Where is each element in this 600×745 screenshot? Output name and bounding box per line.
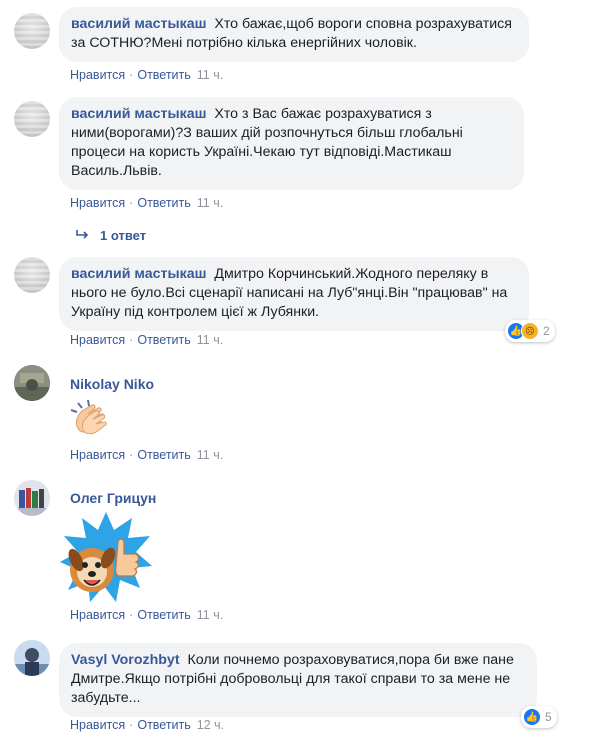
like-icon: 👍 (523, 708, 541, 726)
comment-bubble: василий мастыкаш Дмитро Корчинський.Жодн… (59, 257, 529, 331)
comment-bubble: Vasyl Vorozhbyt Коли почнемо розраховува… (59, 643, 537, 717)
avatar-photo (14, 365, 50, 401)
reply-arrow-icon (76, 230, 89, 239)
comment-time[interactable]: 11 ч. (197, 608, 223, 622)
dog-thumbs-up-sticker (58, 510, 154, 606)
avatar-photo (14, 480, 50, 516)
avatar[interactable] (14, 640, 50, 676)
avatar[interactable] (14, 101, 50, 137)
comment-actions: Нравится · Ответить 11 ч. (70, 448, 223, 462)
comment-actions: Нравится · Ответить 11 ч. (70, 333, 223, 347)
comment-time[interactable]: 11 ч. (197, 448, 223, 462)
comment-author[interactable]: василий мастыкаш (71, 266, 206, 282)
avatar[interactable] (14, 365, 50, 401)
reply-link[interactable]: Ответить (137, 608, 190, 622)
clapping-hands-icon (68, 397, 112, 437)
reply-link[interactable]: Ответить (137, 333, 190, 347)
like-link[interactable]: Нравится (70, 68, 125, 82)
comment-author[interactable]: Nikolay Niko (70, 376, 154, 392)
comment-time[interactable]: 12 ч. (197, 718, 224, 732)
reactions-count: 5 (545, 710, 552, 724)
comment-actions: Нравится · Ответить 11 ч. (70, 196, 223, 210)
separator-dot: · (129, 448, 134, 462)
comment-author[interactable]: Олег Грицун (70, 490, 156, 506)
view-replies-link[interactable]: 1 ответ (76, 228, 146, 243)
separator-dot: · (129, 196, 134, 210)
comment-actions: Нравится · Ответить 11 ч. (70, 608, 223, 622)
reply-link[interactable]: Ответить (137, 448, 190, 462)
avatar-photo (14, 640, 50, 676)
comment-author[interactable]: Vasyl Vorozhbyt (71, 652, 180, 668)
reactions-badge[interactable]: 👍 5 (521, 706, 557, 728)
reactions-count: 2 (543, 324, 550, 338)
comment-time[interactable]: 11 ч. (197, 68, 223, 82)
reply-link[interactable]: Ответить (137, 718, 190, 732)
reply-link[interactable]: Ответить (137, 196, 190, 210)
separator-dot: · (129, 333, 134, 347)
separator-dot: · (129, 68, 134, 82)
replies-count[interactable]: 1 ответ (100, 228, 146, 243)
avatar[interactable] (14, 257, 50, 293)
comment-actions: Нравится · Ответить 12 ч. (70, 718, 224, 732)
like-link[interactable]: Нравится (70, 333, 125, 347)
comment-bubble: василий мастыкаш Хто з Вас бажає розраху… (59, 97, 524, 190)
avatar[interactable] (14, 480, 50, 516)
separator-dot: · (129, 718, 134, 732)
comment-actions: Нравится · Ответить 11 ч. (70, 68, 223, 82)
separator-dot: · (129, 608, 134, 622)
reactions-badge[interactable]: 👍 ☹ 2 (505, 320, 555, 342)
like-link[interactable]: Нравится (70, 718, 125, 732)
comment-time[interactable]: 11 ч. (197, 333, 223, 347)
comment-author[interactable]: василий мастыкаш (71, 106, 206, 122)
like-link[interactable]: Нравится (70, 608, 125, 622)
sad-icon: ☹ (521, 322, 539, 340)
comment-bubble: василий мастыкаш Хто бажає,щоб вороги сп… (59, 7, 529, 62)
like-link[interactable]: Нравится (70, 196, 125, 210)
like-link[interactable]: Нравится (70, 448, 125, 462)
comment-time[interactable]: 11 ч. (197, 196, 223, 210)
comment-author[interactable]: василий мастыкаш (71, 16, 206, 32)
avatar[interactable] (14, 13, 50, 49)
reply-link[interactable]: Ответить (137, 68, 190, 82)
